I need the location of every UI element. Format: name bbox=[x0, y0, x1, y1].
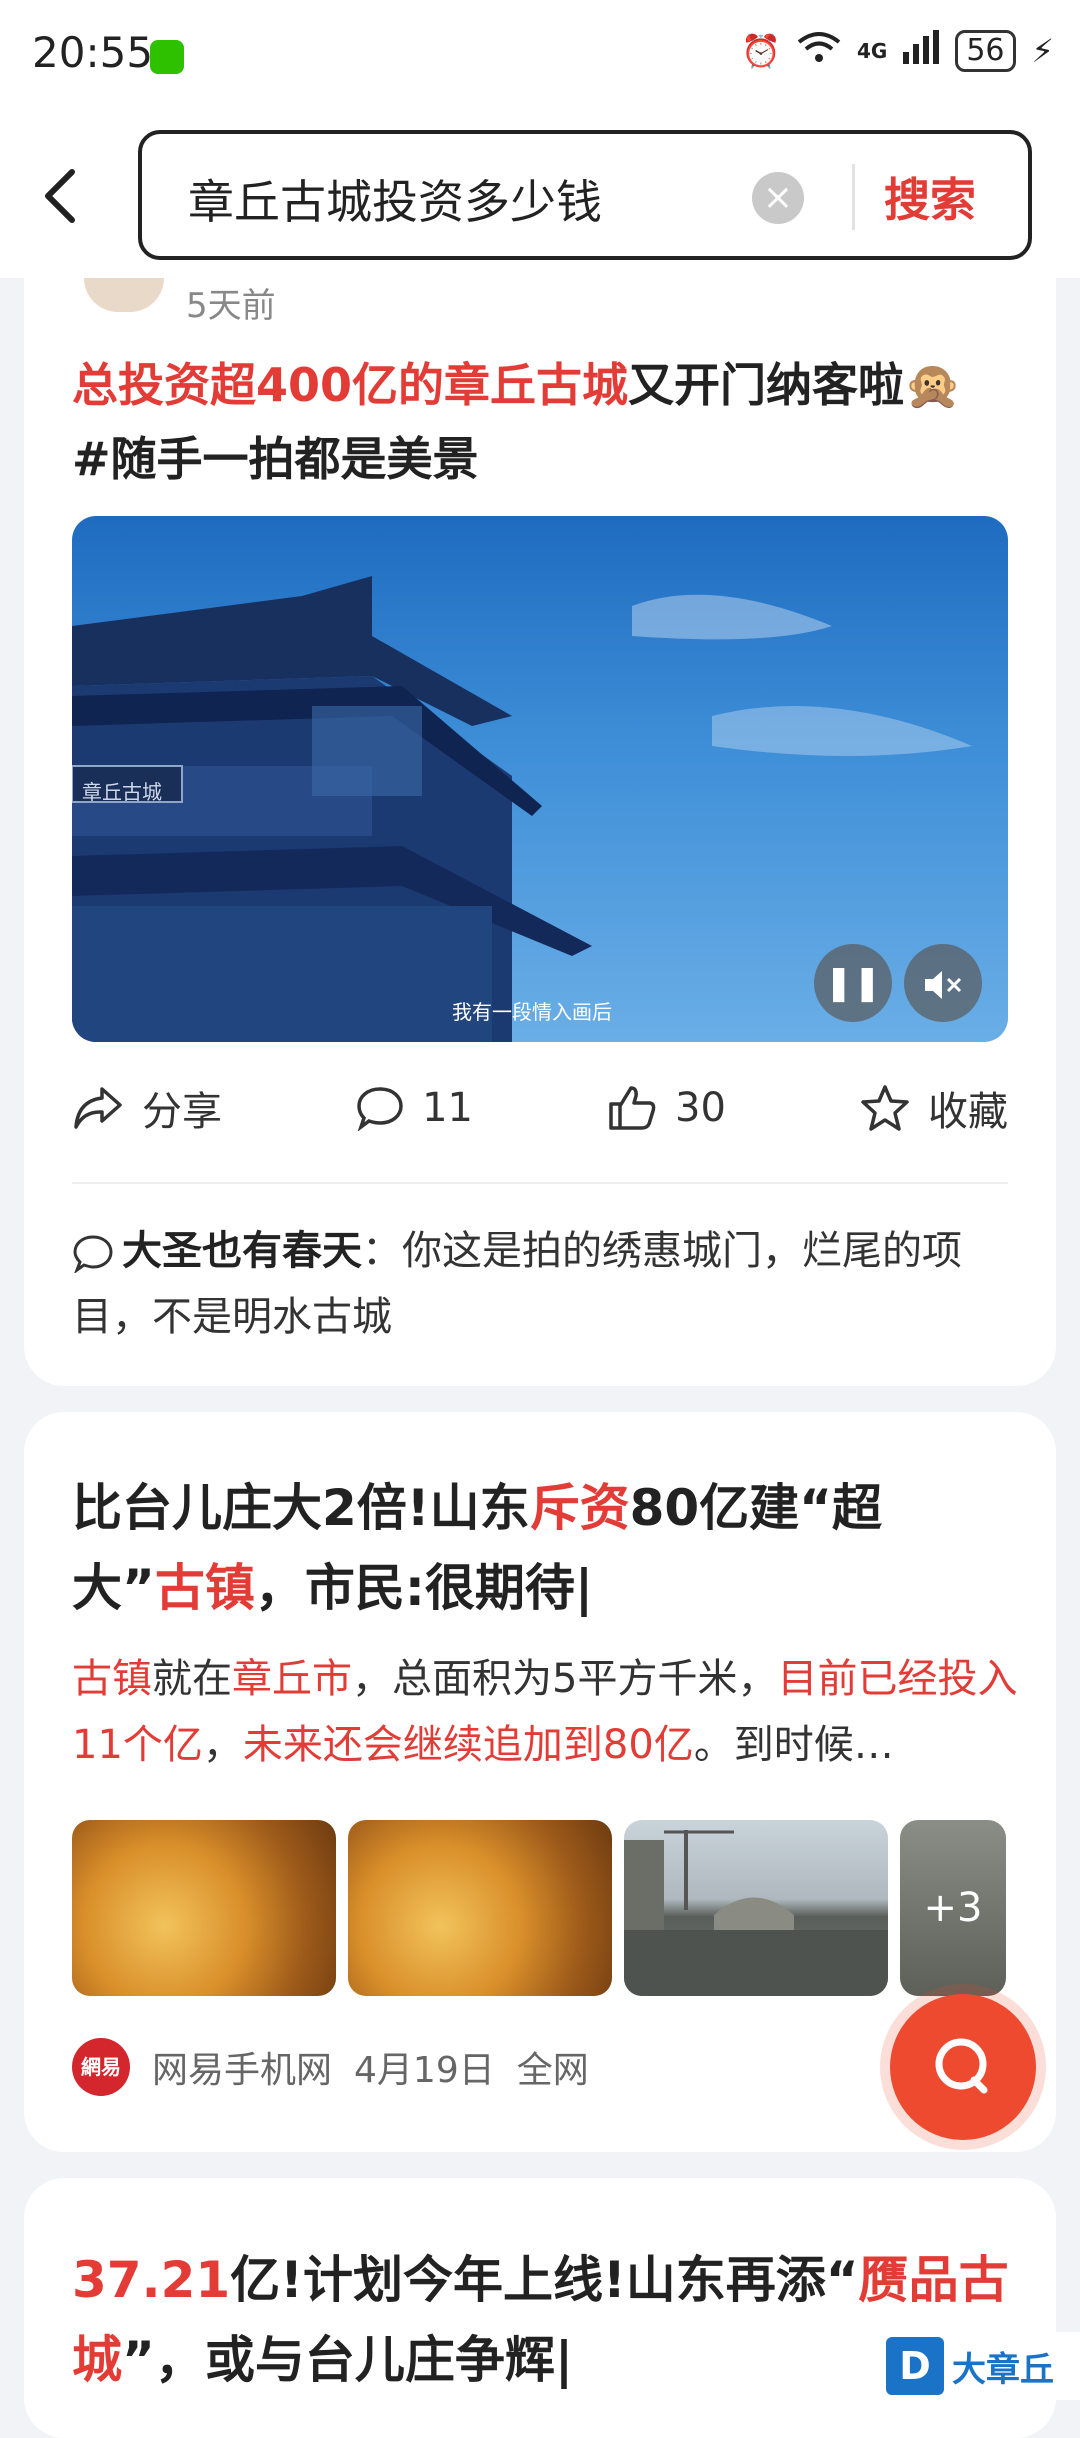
collect-button[interactable]: 收藏 bbox=[860, 1079, 1008, 1137]
watermark-logo: D bbox=[886, 2337, 944, 2395]
comment-bubble-icon bbox=[73, 1235, 113, 1275]
star-icon bbox=[861, 1085, 909, 1131]
like-count: 30 bbox=[675, 1085, 726, 1131]
signal-icon bbox=[903, 30, 940, 72]
watermark: D 大章丘 bbox=[880, 2332, 1080, 2400]
status-bar: 20:55 ⏰ 4G 56 ⚡ bbox=[0, 0, 1080, 118]
summary-keyword: 未来还会继续追加到80亿 bbox=[242, 1722, 694, 1768]
like-button[interactable]: 30 bbox=[607, 1084, 726, 1132]
search-query[interactable]: 章丘古城投资多少钱 bbox=[188, 166, 602, 232]
battery-level: 56 bbox=[955, 30, 1016, 72]
search-divider bbox=[852, 164, 855, 230]
wifi-icon bbox=[797, 30, 841, 72]
video-player[interactable]: 章丘古城 我有一段情入画后 ❚❚ bbox=[72, 516, 1008, 1042]
thumbnail-ancient-town[interactable] bbox=[624, 1820, 888, 1996]
thumbnail-flatbread[interactable] bbox=[72, 1820, 336, 1996]
thumbnail-flatbread[interactable] bbox=[348, 1820, 612, 1996]
title-part: 比台儿庄大2倍!山东 bbox=[72, 1479, 530, 1537]
thumbs-up-icon bbox=[609, 1086, 656, 1130]
article-title[interactable]: 比台儿庄大2倍!山东斥资80亿建“超大”古镇，市民:很期待| bbox=[72, 1468, 1012, 1628]
title-part: ”，或与台儿庄争辉| bbox=[122, 2331, 574, 2389]
title-part: ，市民:很期待| bbox=[254, 1559, 594, 1617]
title-part: 亿!计划今年上线!山东再添“ bbox=[230, 2251, 859, 2309]
divider bbox=[72, 1182, 1008, 1184]
network-label: 4G bbox=[857, 39, 888, 63]
top-comment[interactable]: 大圣也有春天：你这是拍的绣惠城门，烂尾的项目，不是明水古城 bbox=[72, 1218, 1012, 1350]
summary-keyword: 章丘市 bbox=[232, 1656, 352, 1702]
publish-date: 4月19日 bbox=[354, 2050, 495, 2091]
search-header: 章丘古城投资多少钱 × 搜索 bbox=[0, 118, 1080, 278]
status-time: 20:55 bbox=[32, 28, 154, 77]
title-hashtag[interactable]: #随手一拍都是美景 bbox=[72, 432, 479, 486]
summary-text: ，总面积为5平方千米， bbox=[352, 1656, 778, 1702]
video-caption: 我有一段情入画后 bbox=[452, 1000, 612, 1024]
search-input[interactable]: 章丘古城投资多少钱 × 搜索 bbox=[138, 130, 1032, 260]
pause-button[interactable]: ❚❚ bbox=[814, 944, 892, 1022]
search-button[interactable]: 搜索 bbox=[884, 164, 976, 230]
summary-text: 就在 bbox=[152, 1656, 232, 1702]
title-keyword: 37.21 bbox=[72, 2251, 231, 2309]
title-keyword: 斥资 bbox=[529, 1479, 630, 1537]
article-summary: 古镇就在章丘市，总面积为5平方千米，目前已经投入11个亿，未来还会继续追加到80… bbox=[72, 1646, 1022, 1778]
alarm-icon: ⏰ bbox=[741, 32, 781, 70]
image-gallery: +3 bbox=[72, 1820, 1006, 1996]
more-images-count[interactable]: +3 bbox=[900, 1820, 1006, 1996]
chevron-left-icon bbox=[45, 169, 75, 223]
article-meta: 網易 网易手机网 4月19日 全网 bbox=[72, 2038, 589, 2096]
summary-text: 。到时候… bbox=[693, 1722, 894, 1768]
summary-keyword: 古镇 bbox=[72, 1656, 152, 1702]
search-icon bbox=[935, 2038, 988, 2094]
charging-icon: ⚡ bbox=[1031, 32, 1054, 70]
watermark-text: 大章丘 bbox=[952, 2349, 1054, 2390]
collect-label: 收藏 bbox=[928, 1089, 1008, 1135]
source-logo: 網易 bbox=[72, 2038, 130, 2096]
scope-label: 全网 bbox=[516, 2050, 589, 2091]
share-label: 分享 bbox=[142, 1089, 222, 1135]
source-name[interactable]: 网易手机网 bbox=[152, 2041, 332, 2093]
wechat-icon bbox=[150, 40, 184, 74]
comment-separator: ： bbox=[362, 1228, 402, 1274]
comment-button[interactable]: 11 bbox=[356, 1085, 473, 1131]
share-icon bbox=[74, 1087, 122, 1129]
back-button[interactable] bbox=[40, 166, 80, 226]
title-highlight: 总投资超400亿的章丘古城 bbox=[72, 358, 629, 412]
post-title[interactable]: 总投资超400亿的章丘古城又开门纳客啦🙊 #随手一拍都是美景 bbox=[72, 348, 1012, 496]
floating-search-button[interactable] bbox=[890, 1994, 1036, 2140]
town-photo bbox=[624, 1830, 888, 1996]
clear-icon[interactable]: × bbox=[752, 172, 804, 224]
comment-count: 11 bbox=[422, 1085, 473, 1131]
title-rest: 又开门纳客啦🙊 bbox=[628, 358, 962, 412]
share-button[interactable]: 分享 bbox=[72, 1079, 222, 1137]
post-time: 5天前 bbox=[186, 286, 276, 326]
video-sign-text: 章丘古城 bbox=[82, 780, 162, 804]
action-bar: 分享 11 30 收藏 bbox=[72, 1068, 1008, 1148]
mute-button[interactable] bbox=[904, 944, 982, 1022]
title-keyword: 古镇 bbox=[154, 1559, 255, 1617]
comment-icon bbox=[357, 1087, 403, 1131]
summary-text: ， bbox=[202, 1722, 243, 1768]
comment-user[interactable]: 大圣也有春天 bbox=[122, 1228, 362, 1274]
result-card-video[interactable]: 5天前 总投资超400亿的章丘古城又开门纳客啦🙊 #随手一拍都是美景 章丘古城 … bbox=[24, 278, 1056, 1386]
avatar[interactable] bbox=[84, 278, 164, 312]
status-icons: ⏰ 4G 56 ⚡ bbox=[741, 30, 1054, 72]
mute-icon bbox=[925, 970, 962, 999]
